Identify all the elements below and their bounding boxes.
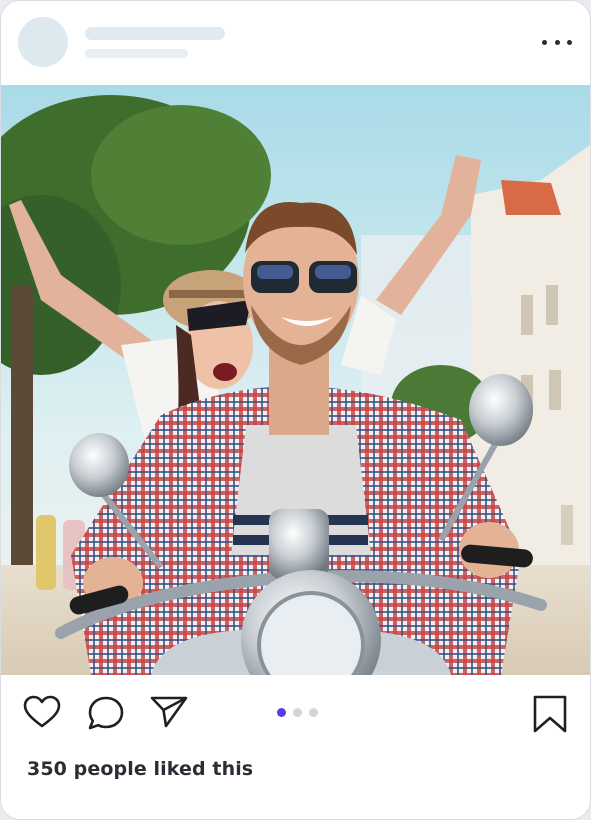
post-photo[interactable]: [1, 85, 590, 675]
photo-illustration: [1, 85, 590, 675]
likes-count: 350 people liked this: [27, 758, 254, 780]
more-dot: [554, 39, 560, 45]
more-dot: [567, 39, 572, 45]
comment-bubble-icon[interactable]: [87, 695, 125, 731]
more-options-icon[interactable]: [542, 31, 572, 53]
bookmark-icon[interactable]: [533, 695, 567, 733]
more-dot: [542, 39, 547, 45]
subtitle-placeholder: [85, 49, 188, 58]
send-paper-plane-icon[interactable]: [150, 695, 188, 729]
post-header: [1, 1, 590, 86]
heart-icon[interactable]: [23, 695, 61, 729]
username-placeholder: [85, 27, 225, 40]
avatar-placeholder[interactable]: [18, 17, 68, 67]
carousel-dot[interactable]: [309, 708, 318, 717]
carousel-indicator: [277, 708, 318, 717]
carousel-dot[interactable]: [293, 708, 302, 717]
post-actions: [1, 677, 590, 747]
carousel-dot-active[interactable]: [277, 708, 286, 717]
post-card: 350 people liked this: [0, 0, 591, 820]
